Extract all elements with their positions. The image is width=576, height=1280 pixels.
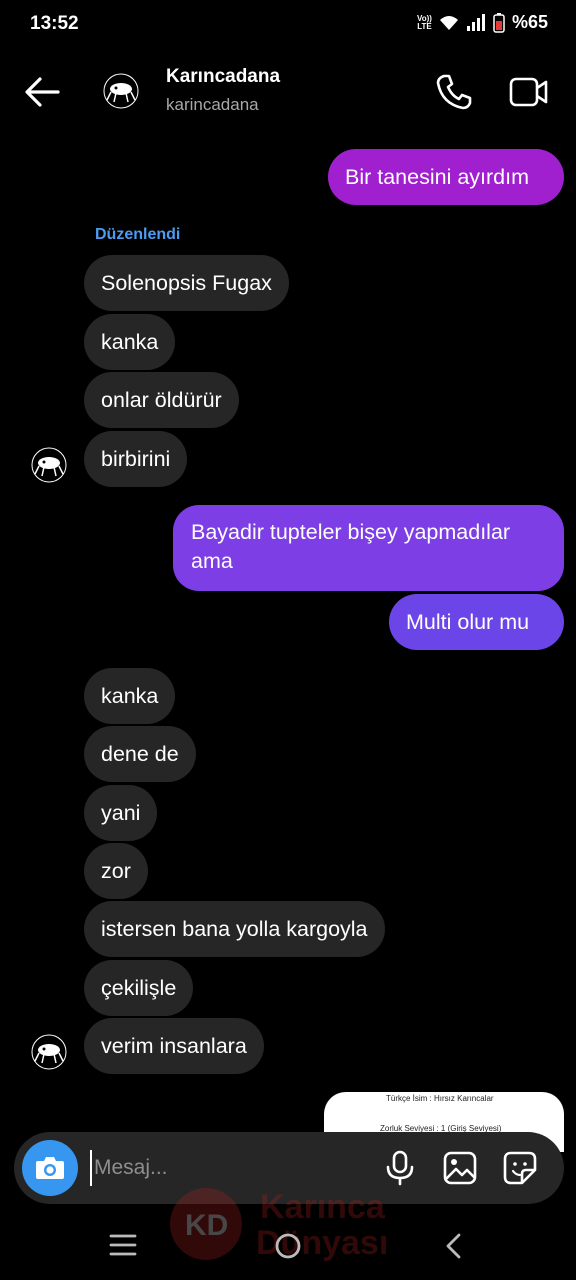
message-incoming[interactable]: zor — [84, 843, 148, 899]
camera-icon — [36, 1157, 64, 1179]
voice-call-button[interactable] — [434, 72, 474, 112]
profile-logo-icon — [31, 447, 67, 483]
message-outgoing[interactable]: Multi olur mu — [389, 594, 564, 650]
wifi-icon — [439, 15, 458, 30]
sender-avatar[interactable] — [30, 446, 68, 484]
back-arrow-icon — [25, 77, 60, 107]
message-incoming[interactable]: Solenopsis Fugax — [84, 255, 289, 311]
video-call-button[interactable] — [508, 72, 550, 112]
message-incoming[interactable]: çekilişle — [84, 960, 194, 1016]
contact-username: karincadana — [166, 95, 259, 114]
menu-icon — [109, 1234, 137, 1256]
message-incoming[interactable]: birbirini — [84, 431, 188, 487]
volte-icon: Vo)) LTE — [417, 13, 432, 31]
microphone-button[interactable] — [384, 1150, 416, 1186]
message-incoming[interactable]: onlar öldürür — [84, 372, 239, 428]
battery-icon — [493, 12, 505, 33]
signal-icon — [466, 13, 485, 31]
contact-name[interactable]: Karıncadana — [166, 66, 280, 88]
sticker-icon — [503, 1151, 537, 1185]
message-incoming[interactable]: kanka — [84, 314, 176, 370]
gallery-icon — [443, 1151, 477, 1185]
recent-apps-button[interactable] — [108, 1232, 138, 1258]
sender-avatar[interactable] — [30, 1033, 68, 1071]
back-button[interactable] — [22, 74, 62, 110]
message-incoming[interactable]: istersen bana yolla kargoyla — [84, 901, 385, 957]
gallery-button[interactable] — [442, 1150, 478, 1186]
sticker-button[interactable] — [502, 1150, 538, 1186]
avatar[interactable] — [102, 72, 140, 110]
back-icon — [446, 1233, 461, 1259]
video-camera-icon — [509, 77, 548, 107]
profile-logo-icon — [31, 1034, 67, 1070]
camera-button[interactable] — [22, 1140, 78, 1196]
message-incoming[interactable]: verim insanlara — [84, 1018, 264, 1074]
message-incoming[interactable]: dene de — [84, 726, 196, 782]
microphone-icon — [386, 1150, 414, 1186]
battery-percent: %65 — [511, 12, 548, 32]
message-outgoing[interactable]: Bir tanesini ayırdım — [328, 149, 564, 205]
edited-label: Düzenlendi — [95, 226, 181, 243]
chat-header: Karıncadana karincadana — [0, 60, 576, 124]
message-incoming[interactable]: yani — [84, 785, 158, 841]
status-bar: 13:52 Vo)) LTE %65 — [0, 0, 576, 50]
message-input[interactable] — [90, 1150, 364, 1186]
profile-logo-icon — [103, 73, 139, 109]
phone-icon — [436, 74, 472, 110]
home-button[interactable] — [274, 1232, 302, 1260]
status-time: 13:52 — [30, 13, 79, 34]
status-icons: Vo)) LTE %65 — [417, 12, 548, 33]
image-text-line: Türkçe İsim : Hırsız Karıncalar — [386, 1094, 494, 1103]
home-icon — [275, 1233, 301, 1259]
system-nav-bar — [0, 1210, 576, 1280]
message-outgoing[interactable]: Bayadir tupteler bişey yapmadılar ama — [173, 505, 564, 591]
nav-back-button[interactable] — [442, 1232, 466, 1260]
message-incoming[interactable]: kanka — [84, 668, 176, 724]
